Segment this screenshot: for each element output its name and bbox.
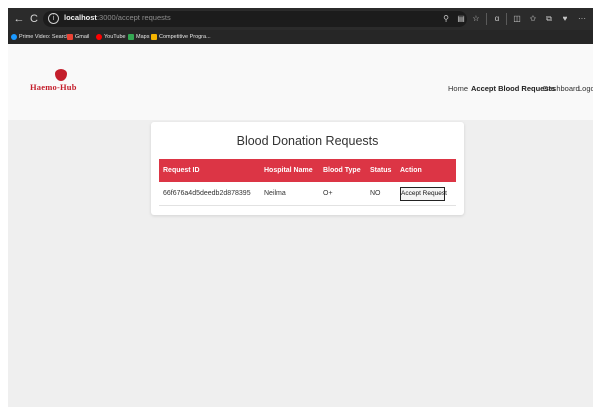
nav-dashboard[interactable]: Dashboard — [543, 84, 580, 93]
blood-drop-icon — [55, 69, 67, 81]
browser-window: ← C i localhost:3000/accept requests ⚲ ▤… — [8, 8, 593, 407]
url-host: localhost — [64, 13, 97, 22]
cell-request-id: 66f676a4d5deedb2d878395 — [163, 190, 251, 197]
cell-blood-type: O+ — [323, 190, 333, 197]
more-icon[interactable]: ··· — [576, 13, 588, 25]
youtube-icon — [96, 34, 102, 40]
back-button[interactable]: ← — [12, 12, 26, 26]
bookmark-youtube[interactable]: YouTube — [96, 32, 126, 42]
gmail-icon — [67, 34, 73, 40]
address-bar[interactable]: i localhost:3000/accept requests — [43, 11, 467, 27]
accept-request-button[interactable]: Accept Request — [400, 187, 447, 201]
prime-video-icon — [11, 34, 17, 40]
search-icon[interactable]: ⚲ — [440, 13, 452, 25]
cell-status: NO — [370, 190, 381, 197]
maps-icon — [128, 34, 134, 40]
logo[interactable]: Haemo-Hub — [30, 69, 92, 92]
bookmark-prime-video[interactable]: Prime Video: Search — [11, 32, 69, 42]
url-text: localhost:3000/accept requests — [64, 13, 171, 22]
bookmark-label: Competitive Progra... — [159, 34, 211, 40]
requests-card: Blood Donation Requests Request ID Hospi… — [151, 122, 464, 215]
folder-icon — [151, 34, 157, 40]
split-screen-icon[interactable]: ◫ — [511, 13, 523, 25]
table-header: Request ID Hospital Name Blood Type Stat… — [159, 159, 456, 182]
column-header-hospital-name: Hospital Name — [264, 167, 313, 174]
reload-button[interactable]: C — [27, 12, 41, 26]
bookmark-competitive-programming[interactable]: Competitive Progra... — [151, 32, 211, 42]
cell-hospital-name: Neilma — [264, 190, 286, 197]
bookmark-label: Maps — [136, 34, 150, 40]
collections-icon[interactable]: ⧉ — [543, 13, 555, 25]
toolbar-divider — [486, 13, 487, 25]
column-header-blood-type: Blood Type — [323, 167, 361, 174]
url-path: :3000/accept requests — [96, 13, 171, 22]
reader-icon[interactable]: ▤ — [455, 13, 467, 25]
logo-text: Haemo-Hub — [30, 82, 77, 92]
browser-toolbar: ← C i localhost:3000/accept requests ⚲ ▤… — [8, 8, 593, 30]
nav-logout[interactable]: Logo — [578, 84, 593, 93]
column-header-request-id: Request ID — [163, 167, 200, 174]
column-header-action: Action — [400, 167, 422, 174]
extension-icon[interactable]: ♥ — [559, 13, 571, 25]
bookmark-maps[interactable]: Maps — [128, 32, 149, 42]
site-info-icon[interactable]: i — [48, 13, 59, 24]
bookmark-gmail[interactable]: Gmail — [67, 32, 89, 42]
bookmarks-bar: Prime Video: Search Gmail YouTube Maps C… — [8, 30, 593, 44]
toolbar-divider — [506, 13, 507, 25]
bookmark-label: Gmail — [75, 34, 90, 40]
copilot-icon[interactable]: ɑ — [491, 13, 503, 25]
site-header: Haemo-Hub Home Accept Blood Requests Das… — [8, 44, 593, 120]
favorites-icon[interactable]: ✩ — [527, 13, 539, 25]
nav-home[interactable]: Home — [448, 84, 468, 93]
column-header-status: Status — [370, 167, 392, 174]
page-title: Blood Donation Requests — [236, 134, 379, 148]
bookmark-label: YouTube — [104, 34, 126, 40]
table-row: 66f676a4d5deedb2d878395 Neilma O+ NO Acc… — [159, 182, 456, 206]
favorite-icon[interactable]: ☆ — [470, 13, 482, 25]
bookmark-label: Prime Video: Search — [19, 34, 70, 40]
